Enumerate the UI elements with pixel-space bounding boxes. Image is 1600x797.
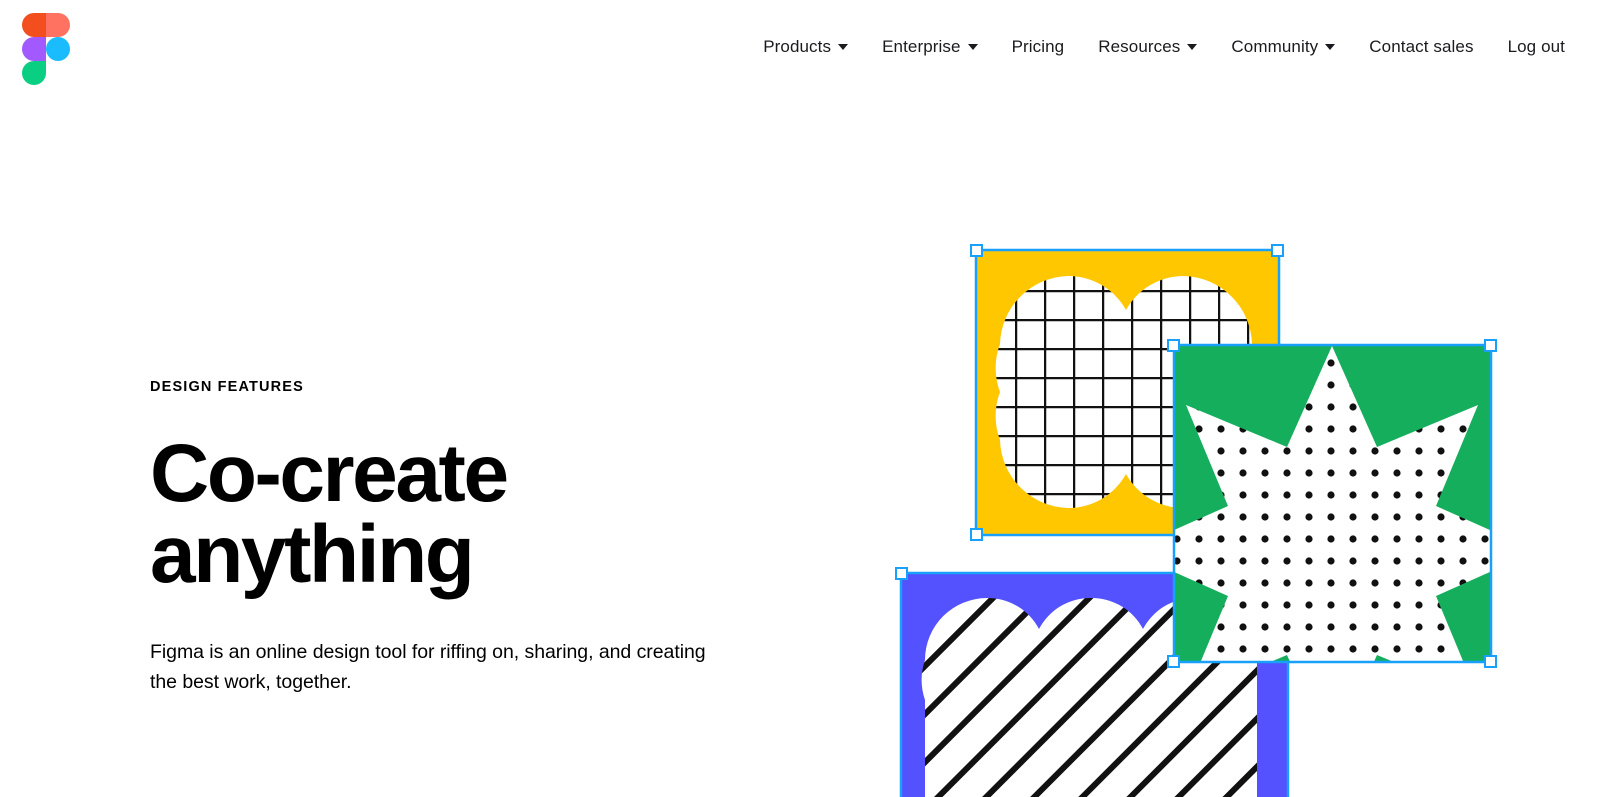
figma-logo-icon xyxy=(22,13,70,85)
green-handle-bottom-right[interactable] xyxy=(1484,655,1497,668)
figma-logo[interactable] xyxy=(22,13,70,85)
nav-log-out-label: Log out xyxy=(1507,36,1565,56)
nav-enterprise[interactable]: Enterprise xyxy=(865,32,994,61)
site-header: Products Enterprise Pricing Resources Co… xyxy=(0,0,1600,92)
nav-enterprise-label: Enterprise xyxy=(882,36,961,56)
selection-handle-layer xyxy=(0,0,1600,797)
green-handle-top-right[interactable] xyxy=(1484,339,1497,352)
green-handle-bottom-left[interactable] xyxy=(1167,655,1180,668)
yellow-handle-top-left[interactable] xyxy=(970,244,983,257)
green-handle-top-left[interactable] xyxy=(1167,339,1180,352)
nav-log-out[interactable]: Log out xyxy=(1491,32,1582,61)
chevron-down-icon xyxy=(838,44,849,50)
chevron-down-icon xyxy=(1187,44,1198,50)
nav-community-label: Community xyxy=(1231,36,1319,56)
nav-resources-label: Resources xyxy=(1098,36,1181,56)
nav-products-label: Products xyxy=(763,36,832,56)
chevron-down-icon xyxy=(1325,44,1336,50)
nav-pricing[interactable]: Pricing xyxy=(995,32,1082,61)
chevron-down-icon xyxy=(967,44,978,50)
nav-contact-sales-label: Contact sales xyxy=(1369,36,1474,56)
yellow-handle-bottom-left[interactable] xyxy=(970,528,983,541)
blue-handle-top-left[interactable] xyxy=(895,567,908,580)
nav-products[interactable]: Products xyxy=(746,32,865,61)
nav-resources[interactable]: Resources xyxy=(1081,32,1214,61)
nav-pricing-label: Pricing xyxy=(1011,36,1065,56)
main-navigation: Products Enterprise Pricing Resources Co… xyxy=(746,0,1582,92)
nav-community[interactable]: Community xyxy=(1214,32,1352,61)
yellow-handle-top-right[interactable] xyxy=(1271,244,1284,257)
nav-contact-sales[interactable]: Contact sales xyxy=(1352,32,1490,61)
